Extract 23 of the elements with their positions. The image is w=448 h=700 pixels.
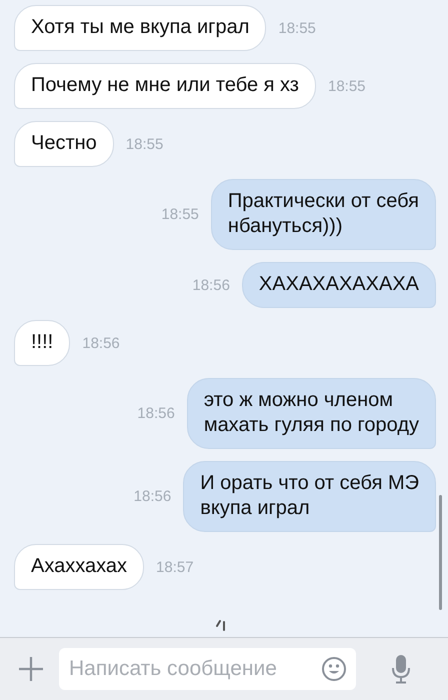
message-bubble: И орать что от себя МЭ вкупа играл — [183, 461, 436, 532]
message-bubble: Хотя ты ме вкупа играл — [14, 5, 266, 51]
message-time: 18:55 — [278, 20, 316, 36]
message-time: 18:56 — [137, 405, 175, 422]
message-time: 18:56 — [192, 276, 230, 294]
message-bubble: это ж можно членом махать гуляя по городу — [186, 378, 436, 449]
message-time: 18:57 — [156, 558, 194, 576]
message-bubble: Честно — [14, 121, 114, 167]
message-bubble: Практически от себя нбануться))) — [210, 179, 436, 250]
microphone-icon[interactable] — [391, 654, 411, 684]
message-time: 18:55 — [161, 206, 199, 223]
message-time: 18:56 — [134, 488, 172, 505]
message-bubble: !!!! — [14, 320, 70, 366]
message-time: 18:56 — [82, 334, 120, 352]
plus-icon[interactable] — [18, 656, 44, 682]
message-bubble: ХАХАХАХАХАХА — [242, 262, 436, 308]
message-bubble: Ахаххахах — [14, 544, 144, 590]
message-bubble: Почему не мне или тебе я хз — [14, 63, 316, 109]
message-time: 18:55 — [328, 78, 366, 94]
message-time: 18:55 — [126, 136, 164, 152]
message-input-field[interactable]: Написать сообщение — [59, 648, 356, 690]
smiley-icon[interactable] — [321, 656, 347, 682]
scroll-bar[interactable] — [439, 495, 442, 610]
